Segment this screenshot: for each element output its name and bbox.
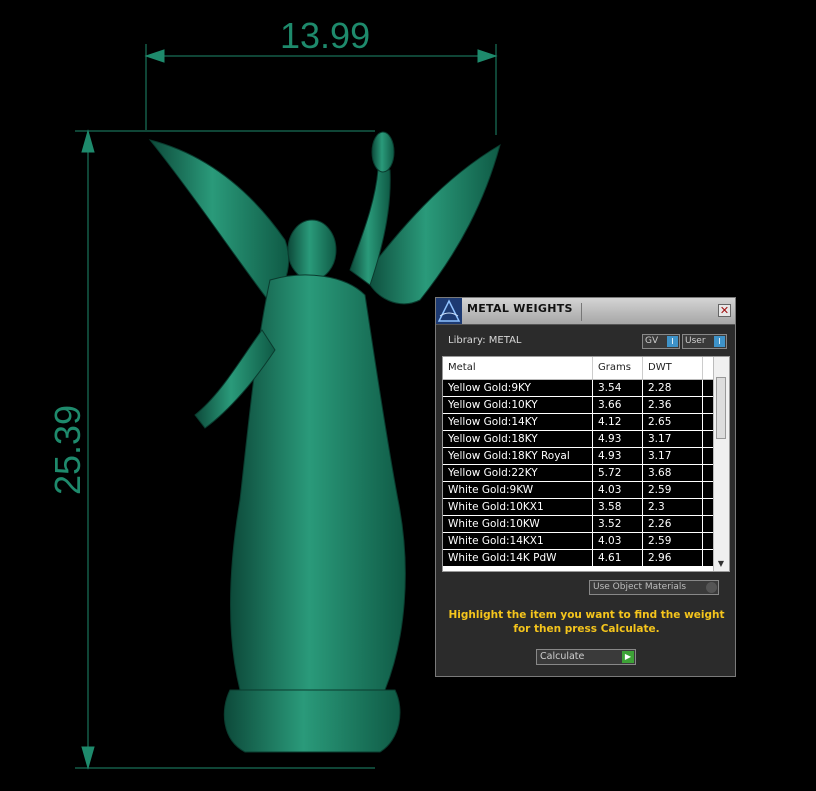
cell-grams: 4.93 — [593, 448, 643, 464]
cell-metal: White Gold:10KW — [443, 516, 593, 532]
cell-metal: Yellow Gold:14KY — [443, 414, 593, 430]
table-row[interactable]: White Gold:9KW 4.03 2.59 — [443, 482, 715, 499]
cell-grams: 3.52 — [593, 516, 643, 532]
width-dimension-label: 13.99 — [280, 15, 371, 56]
height-dimension-label: 25.39 — [47, 404, 88, 496]
cell-dwt: 2.26 — [643, 516, 703, 532]
cell-grams: 3.66 — [593, 397, 643, 413]
cell-dwt: 3.17 — [643, 431, 703, 447]
table-header: Metal Grams DWT — [443, 357, 715, 380]
cell-dwt: 2.3 — [643, 499, 703, 515]
scroll-down-arrow-icon[interactable]: ▼ — [716, 559, 726, 569]
user-toggle-knob: I — [714, 336, 725, 347]
cell-metal: Yellow Gold:9KY — [443, 380, 593, 396]
table-scrollbar[interactable]: ▼ — [713, 357, 729, 571]
cell-grams: 4.03 — [593, 533, 643, 549]
cell-grams: 5.72 — [593, 465, 643, 481]
cell-dwt: 2.28 — [643, 380, 703, 396]
cell-grams: 4.03 — [593, 482, 643, 498]
table-row[interactable]: Yellow Gold:9KY 3.54 2.28 — [443, 380, 715, 397]
use-object-materials-toggle[interactable]: Use Object Materials — [589, 580, 719, 595]
width-dimension — [144, 44, 498, 135]
close-button[interactable]: ✕ — [718, 304, 731, 317]
head — [287, 219, 337, 281]
use-object-materials-label: Use Object Materials — [593, 582, 687, 592]
table-row[interactable]: White Gold:10KW 3.52 2.26 — [443, 516, 715, 533]
calculate-button[interactable]: Calculate ▶ — [536, 649, 636, 665]
gv-toggle[interactable]: GV I — [642, 334, 680, 349]
table-row[interactable]: White Gold:14K PdW 4.61 2.96 — [443, 550, 715, 567]
cell-dwt: 2.96 — [643, 550, 703, 566]
column-header-metal[interactable]: Metal — [443, 357, 593, 379]
cell-metal: White Gold:10KX1 — [443, 499, 593, 515]
table-row[interactable]: Yellow Gold:22KY 5.72 3.68 — [443, 465, 715, 482]
column-header-grams[interactable]: Grams — [593, 357, 643, 379]
table-row[interactable]: White Gold:10KX1 3.58 2.3 — [443, 499, 715, 516]
library-label: Library: METAL — [448, 335, 522, 346]
cell-dwt: 2.59 — [643, 482, 703, 498]
instruction-text: Highlight the item you want to find the … — [448, 609, 725, 635]
metal-weights-panel: METAL WEIGHTS ✕ Library: METAL GV I User… — [435, 297, 736, 677]
table-row[interactable]: Yellow Gold:10KY 3.66 2.36 — [443, 397, 715, 414]
cell-dwt: 2.36 — [643, 397, 703, 413]
cell-dwt: 3.17 — [643, 448, 703, 464]
table-row[interactable]: Yellow Gold:14KY 4.12 2.65 — [443, 414, 715, 431]
left-wing — [148, 139, 290, 301]
gv-toggle-label: GV — [645, 336, 659, 346]
torch — [371, 131, 395, 173]
cell-metal: Yellow Gold:10KY — [443, 397, 593, 413]
panel-titlebar[interactable]: METAL WEIGHTS ✕ — [436, 298, 735, 325]
table-row[interactable]: Yellow Gold:18KY 4.93 3.17 — [443, 431, 715, 448]
cell-metal: Yellow Gold:18KY — [443, 431, 593, 447]
cell-grams: 4.93 — [593, 431, 643, 447]
title-divider — [581, 303, 582, 321]
gv-toggle-knob: I — [667, 336, 678, 347]
cell-grams: 4.12 — [593, 414, 643, 430]
table-body: Yellow Gold:9KY 3.54 2.28 Yellow Gold:10KY… — [443, 380, 715, 567]
cell-dwt: 3.68 — [643, 465, 703, 481]
cell-metal: White Gold:14K PdW — [443, 550, 593, 566]
cell-metal: White Gold:14KX1 — [443, 533, 593, 549]
cell-dwt: 2.65 — [643, 414, 703, 430]
user-toggle-label: User — [685, 336, 706, 346]
scrollbar-thumb[interactable] — [716, 377, 726, 439]
cell-grams: 3.58 — [593, 499, 643, 515]
user-toggle[interactable]: User I — [682, 334, 727, 349]
cell-grams: 4.61 — [593, 550, 643, 566]
panel-title: METAL WEIGHTS — [467, 302, 573, 315]
table-row[interactable]: White Gold:14KX1 4.03 2.59 — [443, 533, 715, 550]
cell-metal: White Gold:9KW — [443, 482, 593, 498]
cell-metal: Yellow Gold:22KY — [443, 465, 593, 481]
cell-grams: 3.54 — [593, 380, 643, 396]
calculate-label: Calculate — [540, 651, 585, 662]
play-arrow-icon: ▶ — [622, 651, 634, 663]
cell-dwt: 2.59 — [643, 533, 703, 549]
app-logo-icon — [436, 298, 462, 324]
column-header-dwt[interactable]: DWT — [643, 357, 703, 379]
use-object-materials-knob — [706, 582, 717, 593]
cell-metal: Yellow Gold:18KY Royal — [443, 448, 593, 464]
pedestal — [223, 689, 401, 753]
table-row[interactable]: Yellow Gold:18KY Royal 4.93 3.17 — [443, 448, 715, 465]
metal-table: Metal Grams DWT Yellow Gold:9KY 3.54 2.28 … — [442, 356, 730, 572]
